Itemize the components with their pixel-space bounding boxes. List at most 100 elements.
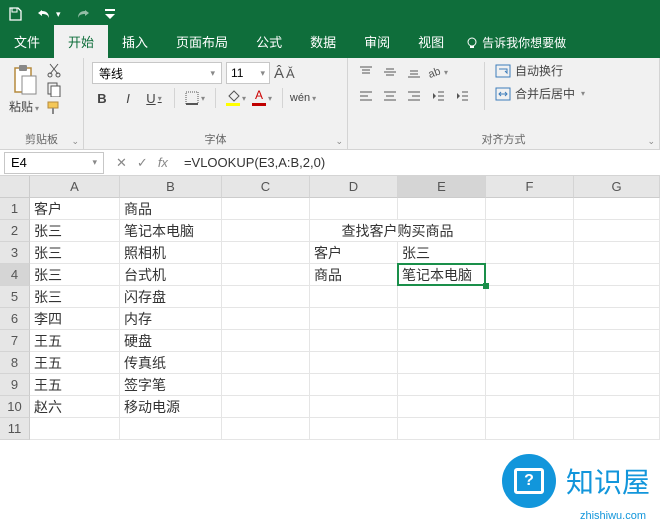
- cell[interactable]: [486, 352, 574, 374]
- cell[interactable]: [486, 220, 574, 242]
- cell[interactable]: [574, 242, 660, 264]
- row-header[interactable]: 5: [0, 286, 30, 308]
- row-header[interactable]: 7: [0, 330, 30, 352]
- cell[interactable]: [222, 330, 310, 352]
- cell[interactable]: 签字笔: [120, 374, 222, 396]
- grow-font-icon[interactable]: Â: [274, 65, 284, 82]
- col-header-G[interactable]: G: [574, 176, 660, 198]
- tab-view[interactable]: 视图: [404, 25, 458, 58]
- cell[interactable]: [486, 242, 574, 264]
- cell[interactable]: 商品: [120, 198, 222, 220]
- tab-home[interactable]: 开始: [54, 25, 108, 58]
- orientation-icon[interactable]: ab: [428, 62, 448, 82]
- cell[interactable]: 张三: [30, 220, 120, 242]
- merge-center-button[interactable]: 合并后居中: [495, 85, 585, 102]
- cell[interactable]: [486, 396, 574, 418]
- bold-button[interactable]: B: [92, 88, 112, 108]
- cell[interactable]: [574, 286, 660, 308]
- worksheet-grid[interactable]: A B C D E F G 1 客户 商品 2 张三 笔记本电脑 查找客户购买商…: [0, 176, 660, 440]
- cell[interactable]: 赵六: [30, 396, 120, 418]
- cell[interactable]: 硬盘: [120, 330, 222, 352]
- paste-button[interactable]: 粘贴: [8, 62, 40, 116]
- col-header-A[interactable]: A: [30, 176, 120, 198]
- shrink-font-icon[interactable]: Ǎ: [286, 66, 295, 81]
- tab-insert[interactable]: 插入: [108, 25, 162, 58]
- cell[interactable]: 查找客户购买商品: [310, 220, 486, 242]
- cell[interactable]: [222, 308, 310, 330]
- cell[interactable]: 张三: [30, 242, 120, 264]
- cell[interactable]: [486, 198, 574, 220]
- cell[interactable]: [310, 396, 398, 418]
- cell[interactable]: 李四: [30, 308, 120, 330]
- increase-indent-icon[interactable]: [452, 86, 472, 106]
- tell-me[interactable]: 告诉我你想要做: [458, 27, 574, 58]
- col-header-B[interactable]: B: [120, 176, 222, 198]
- formula-input[interactable]: =VLOOKUP(E3,A:B,2,0): [176, 155, 660, 170]
- cell[interactable]: [222, 286, 310, 308]
- cell[interactable]: [398, 286, 486, 308]
- cell[interactable]: [310, 418, 398, 440]
- cell[interactable]: 王五: [30, 352, 120, 374]
- tab-review[interactable]: 审阅: [350, 25, 404, 58]
- cell[interactable]: [574, 374, 660, 396]
- cell[interactable]: [310, 330, 398, 352]
- cell[interactable]: 内存: [120, 308, 222, 330]
- decrease-indent-icon[interactable]: [428, 86, 448, 106]
- phonetic-button[interactable]: wén: [293, 88, 313, 108]
- cell[interactable]: [574, 264, 660, 286]
- cell[interactable]: 客户: [310, 242, 398, 264]
- font-name-selector[interactable]: 等线▾: [92, 62, 222, 84]
- cell[interactable]: [310, 352, 398, 374]
- cell[interactable]: 照相机: [120, 242, 222, 264]
- cell[interactable]: [574, 308, 660, 330]
- row-header[interactable]: 9: [0, 374, 30, 396]
- cell[interactable]: 客户: [30, 198, 120, 220]
- font-size-selector[interactable]: 11▾: [226, 62, 270, 84]
- cell[interactable]: [398, 198, 486, 220]
- cell[interactable]: [398, 396, 486, 418]
- row-header[interactable]: 2: [0, 220, 30, 242]
- cell[interactable]: [222, 352, 310, 374]
- cell[interactable]: 王五: [30, 330, 120, 352]
- row-header[interactable]: 3: [0, 242, 30, 264]
- cell[interactable]: [310, 198, 398, 220]
- cell[interactable]: [486, 374, 574, 396]
- col-header-D[interactable]: D: [310, 176, 398, 198]
- row-header[interactable]: 1: [0, 198, 30, 220]
- col-header-F[interactable]: F: [486, 176, 574, 198]
- cell[interactable]: [398, 352, 486, 374]
- row-header[interactable]: 8: [0, 352, 30, 374]
- cell[interactable]: [30, 418, 120, 440]
- align-right-icon[interactable]: [404, 86, 424, 106]
- cell[interactable]: [310, 286, 398, 308]
- row-header[interactable]: 10: [0, 396, 30, 418]
- cell[interactable]: [398, 374, 486, 396]
- row-header[interactable]: 4: [0, 264, 30, 286]
- tab-data[interactable]: 数据: [296, 25, 350, 58]
- fx-icon[interactable]: fx: [158, 155, 168, 171]
- cell[interactable]: 台式机: [120, 264, 222, 286]
- col-header-C[interactable]: C: [222, 176, 310, 198]
- cell[interactable]: [398, 330, 486, 352]
- format-painter-icon[interactable]: [46, 100, 62, 116]
- cell-active[interactable]: 笔记本电脑: [398, 264, 486, 286]
- align-left-icon[interactable]: [356, 86, 376, 106]
- cell[interactable]: [574, 396, 660, 418]
- cell[interactable]: [120, 418, 222, 440]
- cell[interactable]: [574, 418, 660, 440]
- cell[interactable]: 张三: [30, 264, 120, 286]
- font-color-button[interactable]: A: [252, 88, 272, 108]
- copy-icon[interactable]: [46, 81, 62, 97]
- tab-formulas[interactable]: 公式: [242, 25, 296, 58]
- cell[interactable]: [222, 198, 310, 220]
- cell[interactable]: [222, 264, 310, 286]
- cell[interactable]: [310, 374, 398, 396]
- tab-file[interactable]: 文件: [0, 25, 54, 58]
- cell[interactable]: [222, 220, 310, 242]
- cell[interactable]: [486, 308, 574, 330]
- cell[interactable]: 移动电源: [120, 396, 222, 418]
- tab-layout[interactable]: 页面布局: [162, 25, 242, 58]
- fill-color-button[interactable]: [226, 88, 246, 108]
- col-header-E[interactable]: E: [398, 176, 486, 198]
- row-header[interactable]: 11: [0, 418, 30, 440]
